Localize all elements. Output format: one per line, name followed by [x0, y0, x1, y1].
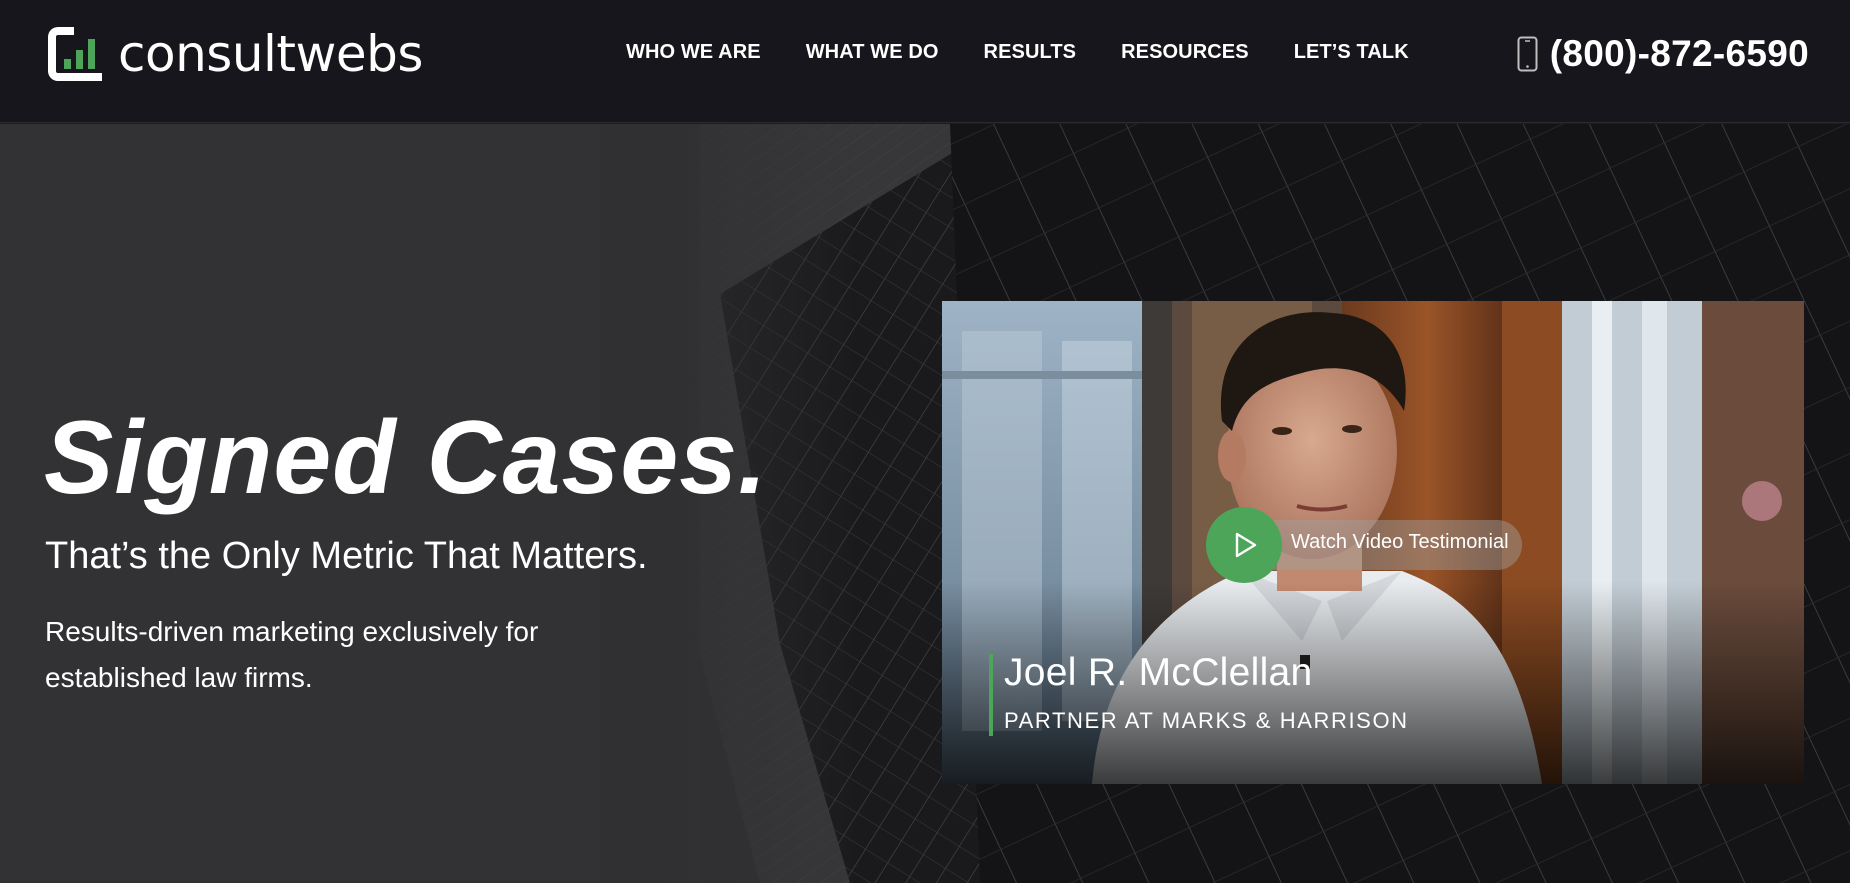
phone-number: (800)-872-6590 [1549, 33, 1809, 74]
play-button[interactable] [1206, 507, 1282, 583]
hero-title: Signed Cases. [44, 400, 768, 516]
caption-accent-bar [989, 654, 993, 736]
hero-description: Results-driven marketing exclusively for… [45, 616, 539, 693]
hero-subtitle: That’s the Only Metric That Matters. [45, 535, 648, 577]
logo-wordmark: consultwebs [118, 25, 423, 83]
main-nav: WHO WE ARE WHAT WE DO RESULTS RESOURCES … [626, 41, 1454, 64]
nav-who-we-are[interactable]: WHO WE ARE [626, 41, 761, 64]
video-testimonial-card[interactable]: Watch Video Testimonial Joel R. McClella… [942, 301, 1804, 784]
nav-resources[interactable]: RESOURCES [1121, 41, 1249, 64]
site-header: consultwebs WHO WE ARE WHAT WE DO RESULT… [0, 0, 1850, 123]
logo-bars-icon [48, 27, 102, 81]
mobile-phone-icon [1517, 36, 1538, 72]
nav-results[interactable]: RESULTS [984, 41, 1077, 64]
testimonial-name: Joel R. McClellan [1004, 651, 1313, 694]
hero-section: Signed Cases. That’s the Only Metric Tha… [0, 124, 1850, 883]
logo[interactable]: consultwebs [44, 22, 423, 86]
testimonial-role: PARTNER AT MARKS & HARRISON [1004, 708, 1409, 733]
watch-video-label[interactable]: Watch Video Testimonial [1291, 531, 1509, 554]
phone-link[interactable]: (800)-872-6590 [1517, 33, 1809, 75]
play-control[interactable]: Watch Video Testimonial [1206, 507, 1522, 583]
play-icon [1235, 532, 1257, 558]
nav-what-we-do[interactable]: WHAT WE DO [806, 41, 939, 64]
nav-lets-talk[interactable]: LET’S TALK [1294, 41, 1409, 64]
